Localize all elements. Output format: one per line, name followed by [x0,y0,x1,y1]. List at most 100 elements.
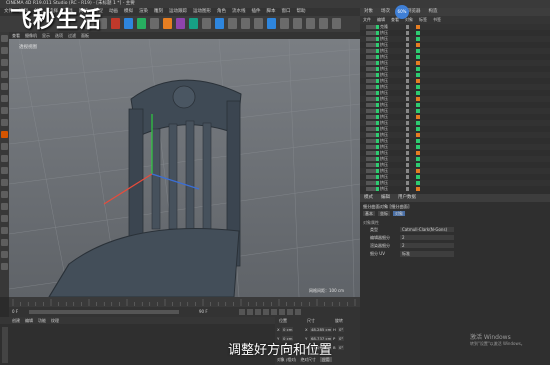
toolbar-tool-icon[interactable] [189,18,198,29]
visibility-check-icon[interactable] [406,145,409,149]
visibility-check-icon[interactable] [406,157,409,161]
tag-icon[interactable] [416,91,420,95]
left-tool-icon[interactable] [1,215,8,222]
material-menu-item[interactable]: 创建 [12,318,20,323]
object-menu-item[interactable]: 对象 [405,17,413,22]
object-menu-item[interactable]: 文件 [363,17,371,22]
frame-end[interactable]: 90 F [199,309,208,314]
object-row[interactable]: 挤压 [360,168,550,174]
object-name[interactable]: 挤压 [380,126,388,132]
toolbar-tool-icon[interactable] [111,18,120,29]
attributes-tab[interactable]: 编辑 [381,195,390,200]
object-row[interactable]: 挤压 [360,48,550,54]
object-menu-item[interactable]: 标签 [419,17,427,22]
object-manager-tab[interactable]: 对象 [364,9,373,14]
object-manager-tab[interactable]: 场次 [381,9,390,14]
tag-icon[interactable] [416,61,420,65]
object-name[interactable]: 挤压 [380,42,388,48]
visibility-check-icon[interactable] [406,37,409,41]
object-row[interactable]: 挤压 [360,144,550,150]
object-row[interactable]: 挤压 [360,156,550,162]
left-tool-icon[interactable] [1,251,8,258]
object-name[interactable]: 挤压 [380,30,388,36]
frame-range-slider[interactable] [29,310,179,314]
tag-icon[interactable] [416,181,420,185]
left-tool-icon[interactable] [1,167,8,174]
left-tool-icon[interactable] [1,47,8,54]
coord-value-field[interactable]: 0° [338,327,345,332]
menu-item[interactable]: 雕刻 [154,9,163,14]
tag-icon[interactable] [416,37,420,41]
material-menu-item[interactable]: 功能 [38,318,46,323]
toolbar-tool-icon[interactable] [293,18,302,29]
visibility-check-icon[interactable] [406,127,409,131]
object-name[interactable]: 挤压 [380,60,388,66]
object-name[interactable]: 克隆 [380,24,388,30]
attribute-value-field[interactable]: 2 [400,235,454,240]
visibility-check-icon[interactable] [406,163,409,167]
toolbar-tool-icon[interactable] [267,18,276,29]
playback-button-icon[interactable] [239,309,245,315]
visibility-check-icon[interactable] [406,133,409,137]
left-tool-icon[interactable] [1,143,8,150]
object-row[interactable]: 挤压 [360,132,550,138]
visibility-check-icon[interactable] [406,97,409,101]
left-tool-icon[interactable] [1,71,8,78]
visibility-check-icon[interactable] [406,151,409,155]
object-row[interactable]: 挤压 [360,90,550,96]
viewport-menu-item[interactable]: 面板 [81,33,89,38]
frame-start[interactable]: 0 F [12,309,18,314]
object-name[interactable]: 挤压 [380,54,388,60]
toolbar-tool-icon[interactable] [124,18,133,29]
visibility-check-icon[interactable] [406,67,409,71]
tag-icon[interactable] [416,109,420,113]
toolbar-tool-icon[interactable] [319,18,328,29]
left-tool-icon[interactable] [1,119,8,126]
playback-button-icon[interactable] [271,309,277,315]
object-name[interactable]: 挤压 [380,150,388,156]
object-row[interactable]: 挤压 [360,120,550,126]
attribute-value-field[interactable]: Catmull-Clark(N-Gons) [400,227,454,232]
toolbar-tool-icon[interactable] [241,18,250,29]
left-tool-icon[interactable] [1,95,8,102]
tag-icon[interactable] [416,43,420,47]
menu-item[interactable]: 渲染 [139,9,148,14]
visibility-check-icon[interactable] [406,85,409,89]
toolbar-tool-icon[interactable] [306,18,315,29]
tag-icon[interactable] [416,169,420,173]
coord-value-field[interactable]: 48.285 cm [310,327,333,332]
object-name[interactable]: 挤压 [380,90,388,96]
material-menu-item[interactable]: 纹理 [51,318,59,323]
object-row[interactable]: 挤压 [360,186,550,192]
menu-item[interactable]: 流水线 [232,9,246,14]
left-tool-icon[interactable] [1,263,8,270]
left-tool-icon[interactable] [1,131,8,138]
menu-item[interactable]: 运动跟踪 [169,9,187,14]
visibility-check-icon[interactable] [406,121,409,125]
attributes-tab[interactable]: 模式 [364,195,373,200]
visibility-check-icon[interactable] [406,73,409,77]
tag-icon[interactable] [416,157,420,161]
perspective-viewport[interactable]: 透视视图 网格间距：100 cm [9,39,360,297]
object-name[interactable]: 挤压 [380,156,388,162]
object-name[interactable]: 挤压 [380,168,388,174]
object-manager-tab[interactable]: 构造 [429,9,438,14]
menu-item[interactable]: 动画 [109,9,118,14]
visibility-check-icon[interactable] [406,175,409,179]
visibility-check-icon[interactable] [406,31,409,35]
viewport-menu-item[interactable]: 显示 [42,33,50,38]
object-name[interactable]: 挤压 [380,78,388,84]
tag-icon[interactable] [416,67,420,71]
playback-button-icon[interactable] [255,309,261,315]
menu-item[interactable]: 运动图形 [193,9,211,14]
timeline-ruler[interactable] [9,297,360,307]
object-row[interactable]: 挤压 [360,138,550,144]
menu-item[interactable]: 模拟 [124,9,133,14]
attributes-subtab[interactable]: 对象 [393,211,405,216]
left-tool-icon[interactable] [1,239,8,246]
object-row[interactable]: 挤压 [360,162,550,168]
visibility-check-icon[interactable] [406,79,409,83]
object-row[interactable]: 挤压 [360,42,550,48]
object-row[interactable]: 挤压 [360,66,550,72]
object-name[interactable]: 挤压 [380,36,388,42]
